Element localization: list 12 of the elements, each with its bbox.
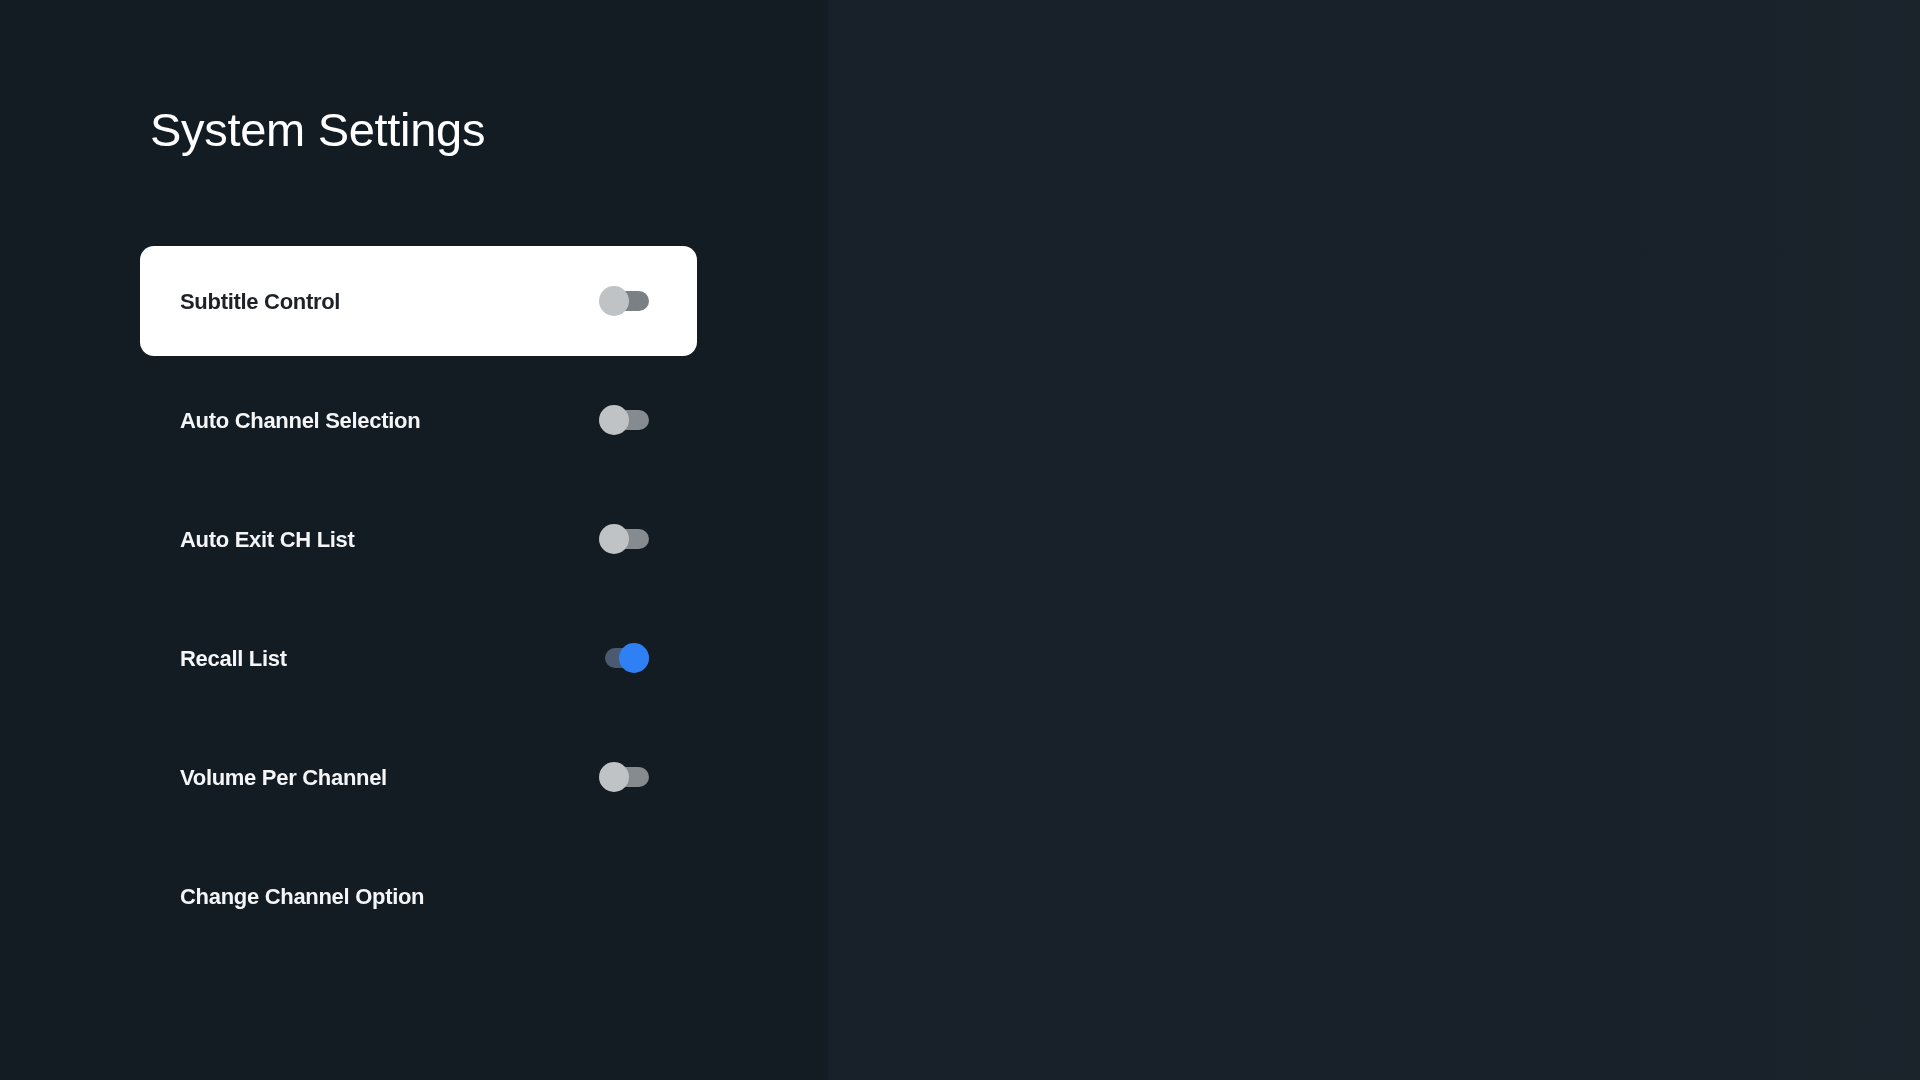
page-title: System Settings bbox=[149, 102, 487, 158]
setting-label[interactable]: Auto Exit CH List bbox=[180, 522, 355, 556]
focus-card[interactable]: Subtitle Control bbox=[140, 246, 697, 356]
setting-label[interactable]: Volume Per Channel bbox=[180, 760, 387, 794]
toggle-switch[interactable] bbox=[599, 524, 649, 554]
toggle-switch[interactable] bbox=[599, 286, 649, 316]
setting-label[interactable]: Recall List bbox=[180, 641, 287, 675]
toggle-switch[interactable] bbox=[599, 762, 649, 792]
toggle-switch[interactable] bbox=[599, 405, 649, 435]
setting-label[interactable]: Auto Channel Selection bbox=[180, 403, 421, 437]
setting-label: Subtitle Control bbox=[180, 287, 341, 316]
setting-label[interactable]: Change Channel Option bbox=[180, 879, 425, 913]
